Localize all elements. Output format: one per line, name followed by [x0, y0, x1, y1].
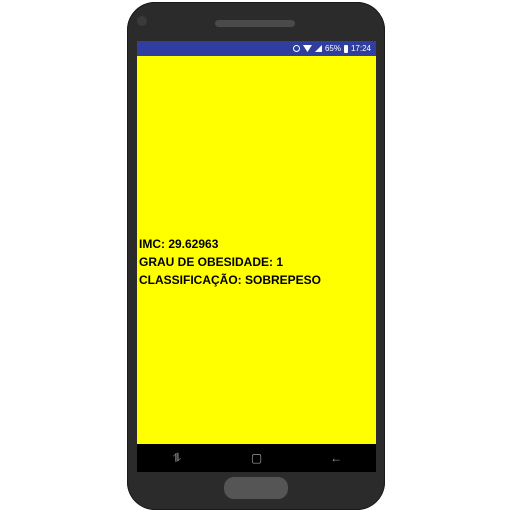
back-button[interactable]: ←	[316, 444, 356, 472]
status-time: 17:24	[350, 44, 371, 53]
hardware-home-button[interactable]	[224, 477, 288, 499]
classification: CLASSIFICAÇÃO: SOBREPESO	[139, 273, 322, 287]
phone-frame: 65% 17:24 IMC: 29.62963 GRAU DE OBESIDAD…	[127, 2, 385, 510]
recents-icon: ⥮	[172, 450, 182, 465]
imc-value: IMC: 29.62963	[139, 237, 219, 251]
camera-icon	[137, 16, 147, 26]
speaker-grille	[215, 20, 295, 27]
app-screen: 65% 17:24 IMC: 29.62963 GRAU DE OBESIDAD…	[137, 41, 376, 470]
battery-percent: 65%	[324, 44, 341, 53]
result-panel: IMC: 29.62963 GRAU DE OBESIDADE: 1 CLASS…	[139, 235, 321, 289]
home-icon: ▢	[250, 451, 263, 465]
wifi-icon	[302, 45, 312, 52]
navigation-bar: ⥮ ▢ ←	[137, 444, 376, 472]
battery-icon	[343, 44, 348, 53]
recents-button[interactable]: ⥮	[157, 444, 197, 472]
back-icon: ←	[330, 451, 343, 465]
obesity-grade: GRAU DE OBESIDADE: 1	[139, 255, 284, 269]
alarm-icon	[292, 45, 300, 52]
signal-icon	[314, 45, 322, 52]
status-bar: 65% 17:24	[137, 41, 376, 56]
home-nav-button[interactable]: ▢	[236, 444, 276, 472]
